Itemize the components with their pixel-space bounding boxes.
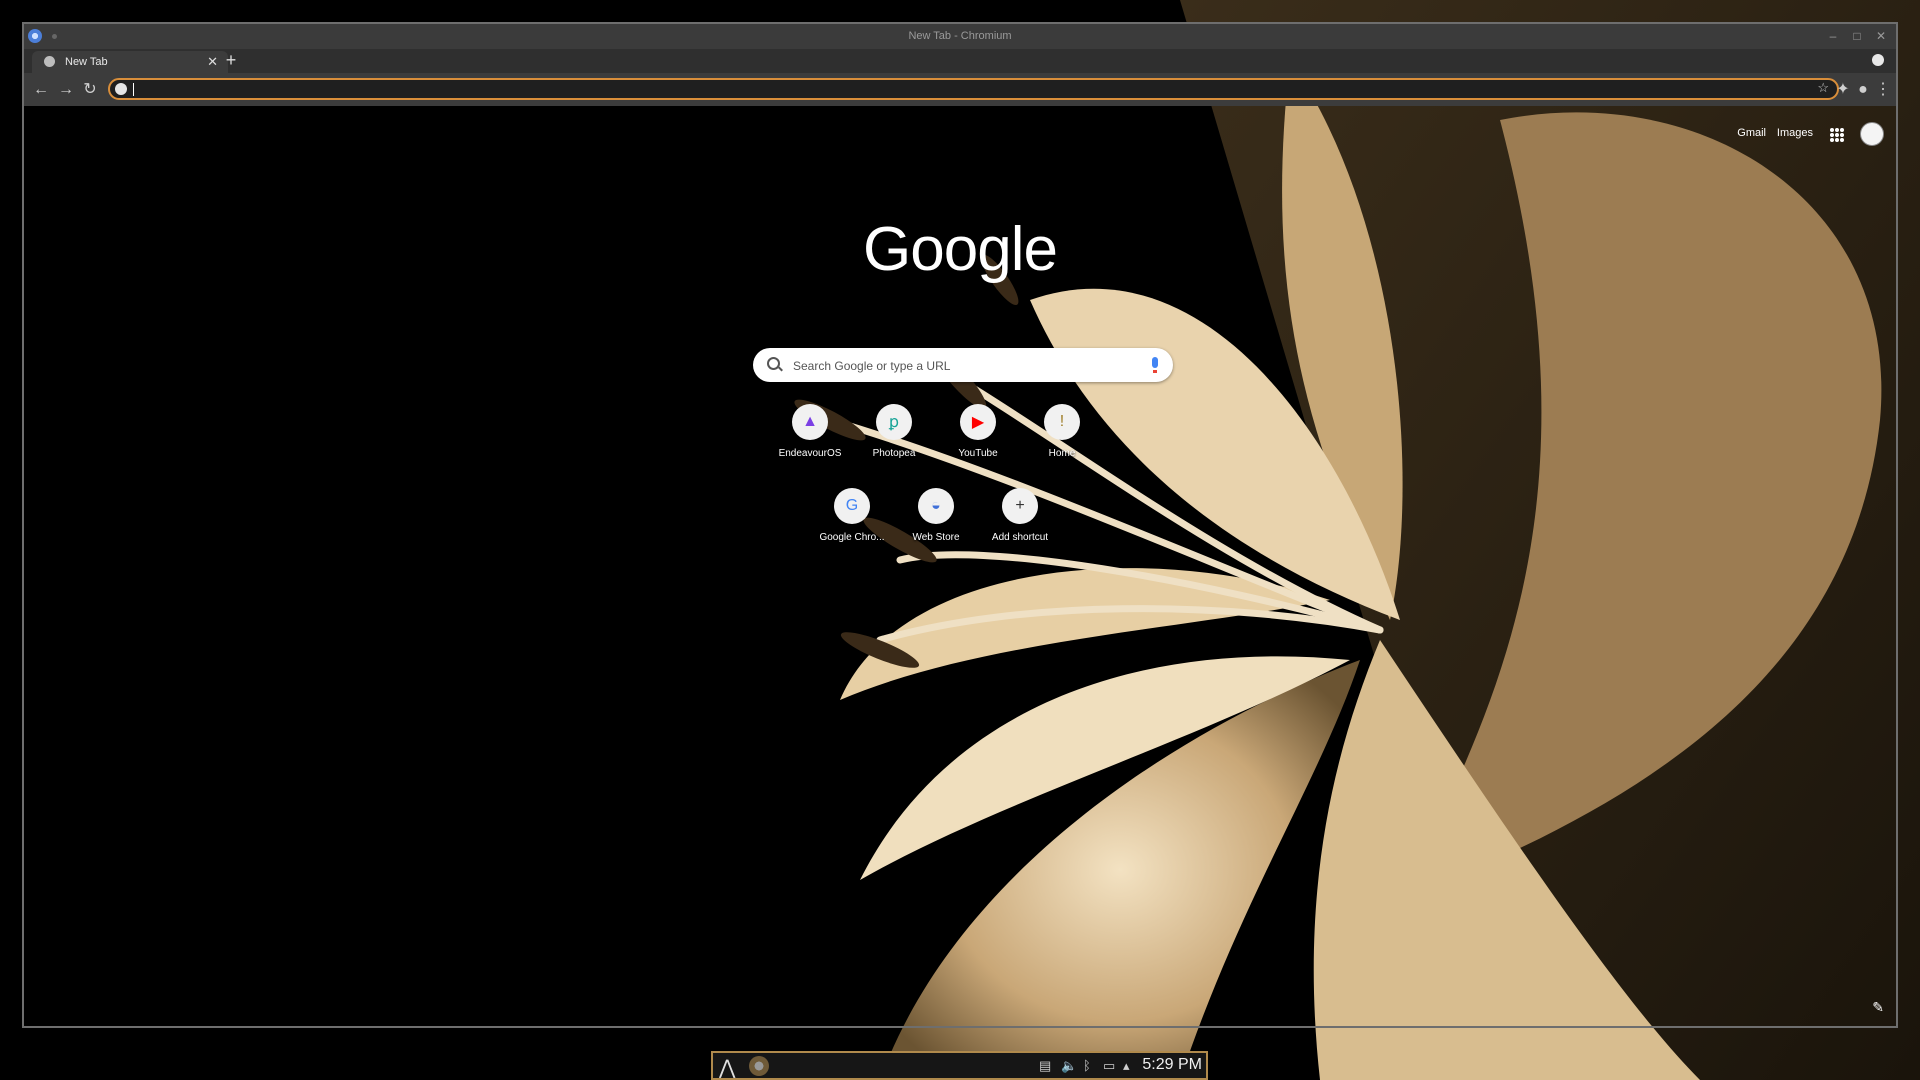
maximize-icon[interactable]: □ (1848, 27, 1866, 45)
window-title: New Tab - Chromium (908, 30, 1012, 42)
minimize-icon[interactable]: – (1824, 27, 1842, 45)
profile-icon[interactable]: ● (1852, 79, 1874, 101)
microphone-icon[interactable] (1152, 357, 1158, 373)
shortcut-label: Google Chro... (819, 532, 885, 543)
images-link[interactable]: Images (1777, 127, 1813, 139)
bookmark-star-icon[interactable]: ☆ (1817, 80, 1829, 96)
apps-grid-icon[interactable] (1830, 128, 1844, 142)
toolbar: ← → ↻ ☆ ✦ ● ⋮ (24, 73, 1896, 106)
shortcut-label: Web Store (912, 532, 960, 543)
shortcut-tile[interactable]: ◒ Web Store (888, 488, 984, 568)
address-bar[interactable]: ☆ (108, 78, 1839, 100)
clipboard-icon[interactable]: ▤ (1039, 1058, 1051, 1074)
forward-arrow-icon[interactable]: → (55, 79, 77, 101)
ntp-search-input[interactable] (791, 356, 1135, 376)
menu-kebab-icon[interactable]: ⋮ (1872, 79, 1894, 101)
account-avatar[interactable] (1860, 122, 1884, 146)
search-icon (767, 357, 780, 370)
shortcut-label: Add shortcut (991, 532, 1049, 543)
customize-pencil-icon[interactable]: ✎ (1872, 999, 1884, 1016)
back-arrow-icon[interactable]: ← (30, 79, 52, 101)
tab-strip: New Tab ✕ + (24, 49, 1896, 73)
shortcut-label: Photopea (872, 448, 916, 459)
shortcut-label: EndeavourOS (778, 448, 842, 459)
tab-new-tab[interactable]: New Tab ✕ (32, 51, 228, 73)
shortcut-tile[interactable]: G Google Chro... (804, 488, 900, 568)
home-icon: ! (1044, 404, 1080, 440)
text-caret (133, 83, 134, 96)
web-store-icon: ◒ (918, 488, 954, 524)
tab-label: New Tab (65, 56, 108, 68)
tab-close-icon[interactable]: ✕ (207, 54, 218, 70)
title-bar[interactable]: New Tab - Chromium – □ ✕ (24, 24, 1896, 49)
tab-search-icon[interactable] (1872, 54, 1884, 66)
endeavouros-icon: ▲ (792, 404, 828, 440)
google-g-icon (115, 83, 127, 95)
plus-icon: + (1002, 488, 1038, 524)
close-window-icon[interactable]: ✕ (1872, 27, 1890, 45)
volume-icon[interactable]: 🔈 (1061, 1058, 1077, 1074)
youtube-icon: ▶ (960, 404, 996, 440)
shortcut-label: YouTube (958, 448, 998, 459)
chromium-taskbar-icon[interactable] (749, 1056, 769, 1076)
photopea-icon: ꝑ (876, 404, 912, 440)
new-tab-page: Gmail Images Google ▲ EndeavourOS ꝑ Photope… (24, 106, 1896, 1026)
clock: 5:29 PM (1142, 1056, 1202, 1073)
shortcut-tile[interactable]: ! Home (1014, 404, 1110, 484)
google-icon: G (834, 488, 870, 524)
shortcut-tile[interactable]: + Add shortcut (972, 488, 1068, 568)
shortcut-tile[interactable]: ▶ YouTube (930, 404, 1026, 484)
tab-favicon-icon (44, 56, 55, 67)
taskbar: ⋀ ▤ 🔈 ᛒ ▭ ▴ 5:29 PM (711, 1051, 1208, 1080)
new-tab-plus-icon[interactable]: + (220, 50, 242, 71)
extensions-puzzle-icon[interactable]: ✦ (1832, 79, 1854, 101)
google-logo: Google (863, 215, 1058, 284)
address-input[interactable] (136, 81, 1780, 99)
network-icon[interactable]: ▭ (1103, 1058, 1115, 1074)
shortcut-label: Home (1048, 448, 1076, 459)
bluetooth-icon[interactable]: ᛒ (1083, 1058, 1091, 1073)
reload-icon[interactable]: ↻ (79, 79, 101, 101)
arch-launcher-icon[interactable]: ⋀ (719, 1055, 735, 1080)
shortcut-tile[interactable]: ꝑ Photopea (846, 404, 942, 484)
tray-expand-icon[interactable]: ▴ (1123, 1058, 1130, 1074)
ntp-search-box[interactable] (753, 348, 1173, 382)
shortcut-tile[interactable]: ▲ EndeavourOS (762, 404, 858, 484)
browser-window: New Tab - Chromium – □ ✕ New Tab ✕ + ← →… (22, 22, 1898, 1028)
gmail-link[interactable]: Gmail (1737, 127, 1766, 139)
